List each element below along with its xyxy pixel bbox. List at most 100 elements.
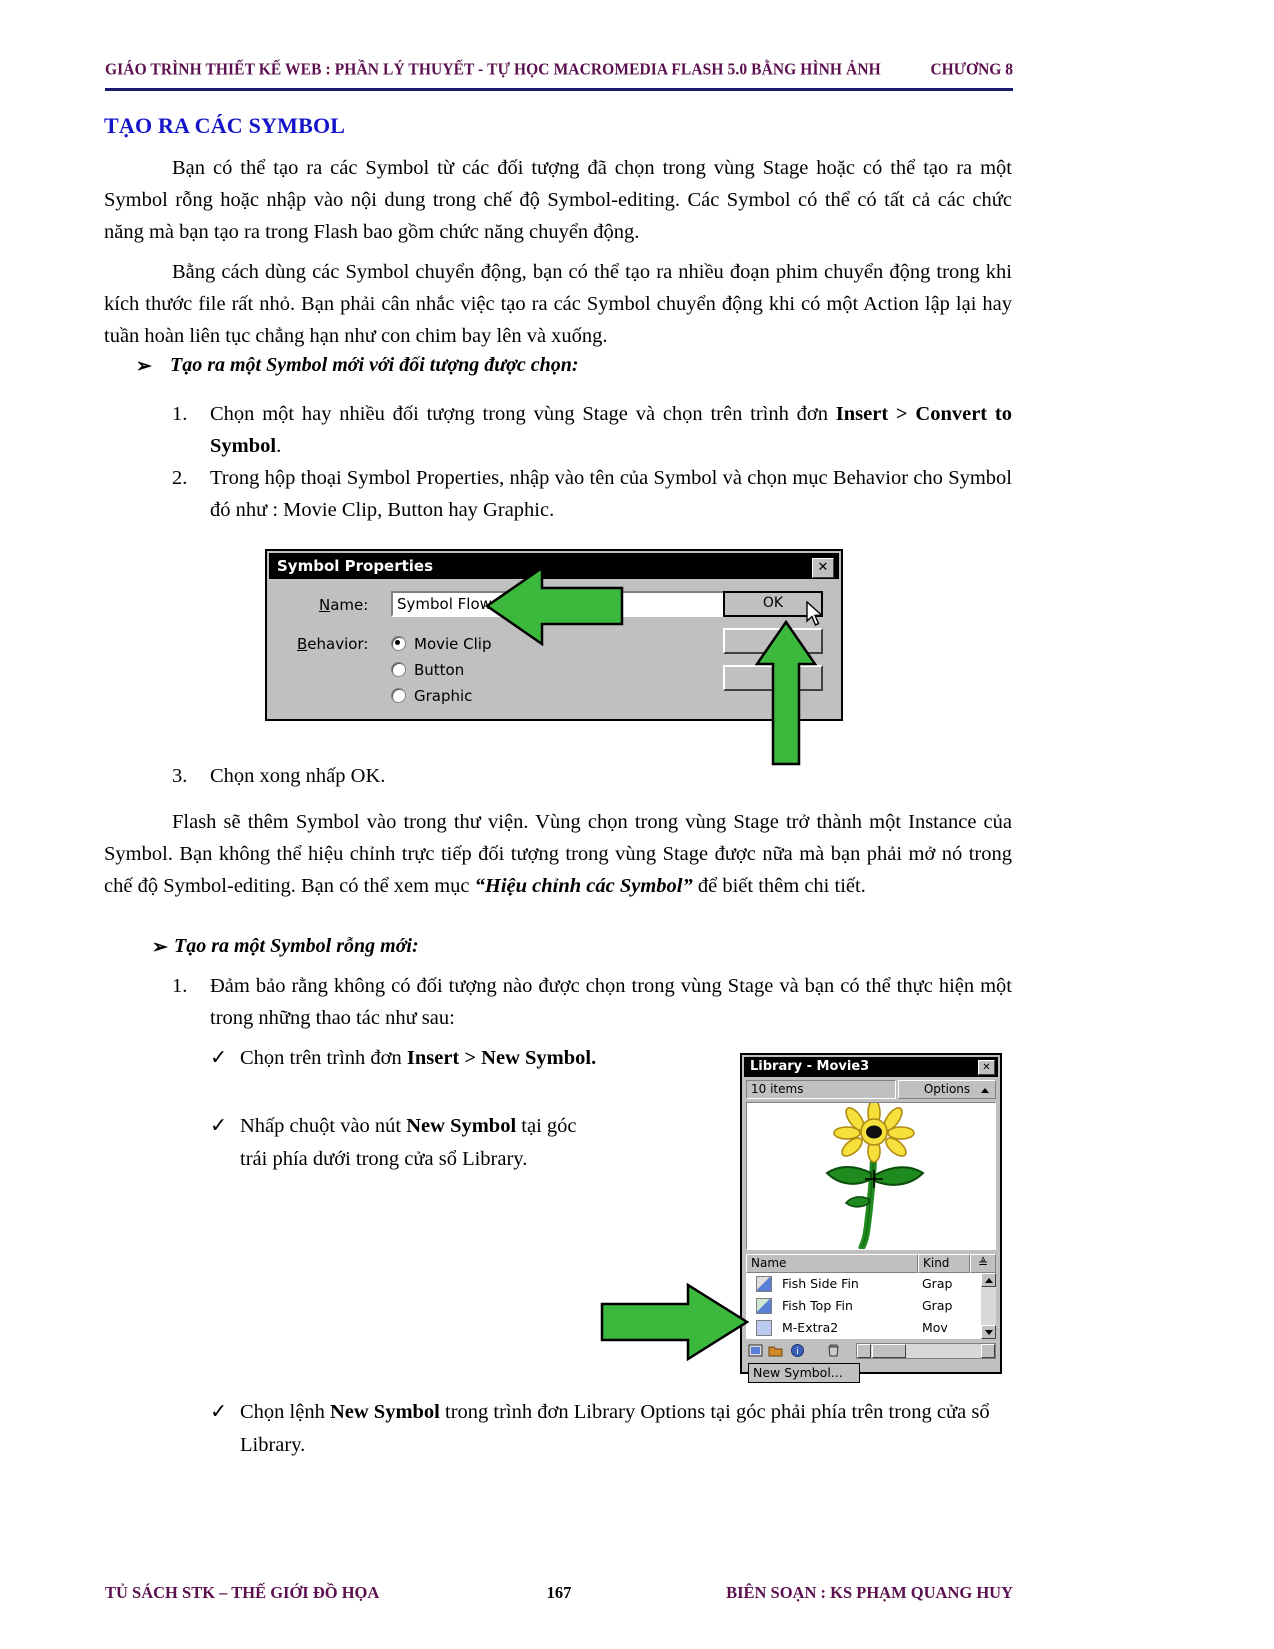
vertical-scrollbar[interactable]: [981, 1273, 996, 1339]
header-title: GIÁO TRÌNH THIẾT KẾ WEB : PHẦN LÝ THUYẾT…: [105, 60, 881, 80]
name-label-accel: N: [319, 596, 331, 614]
list-number: 2.: [172, 467, 188, 489]
library-title: Library - Movie3: [750, 1059, 870, 1074]
list-item[interactable]: M-Extra2 Mov: [746, 1317, 996, 1339]
bullet-arrow-icon: ➢: [152, 937, 168, 958]
library-options-label: Options: [923, 1082, 971, 1096]
behavior-label: Behavior:: [297, 635, 368, 653]
list-text: Đảm bảo rằng không có đối tượng nào được…: [210, 975, 1012, 1029]
item-name: Fish Top Fin: [782, 1298, 853, 1313]
list-item: 1. Đảm bảo rằng không có đối tượng nào đ…: [172, 970, 1012, 1034]
paragraph-emphasis: “Hiệu chỉnh các Symbol”: [474, 875, 693, 897]
library-item-list[interactable]: Fish Side Fin Grap Fish Top Fin Grap M-E…: [746, 1273, 996, 1339]
library-subbar: 10 items Options: [746, 1080, 996, 1099]
list-item[interactable]: Fish Top Fin Grap: [746, 1295, 996, 1317]
dialog-title: Symbol Properties: [277, 557, 434, 575]
item-kind: Grap: [922, 1276, 953, 1291]
new-symbol-tooltip: New Symbol...: [748, 1363, 860, 1383]
list-text: Trong hộp thoại Symbol Properties, nhập …: [210, 467, 1012, 521]
list-text: Chọn một hay nhiều đối tượng trong vùng …: [210, 398, 1012, 462]
flower-symbol-icon: [825, 1103, 925, 1249]
page-footer: TỦ SÁCH STK – THẾ GIỚI ĐỒ HỌA 167 BIÊN S…: [105, 1583, 1013, 1609]
graphic-symbol-icon: [756, 1276, 772, 1292]
scroll-right-icon[interactable]: [981, 1344, 995, 1358]
library-toolbar[interactable]: i: [746, 1341, 996, 1361]
bullet-arrow-icon: ➢: [136, 356, 152, 377]
check-text: Chọn lệnh New Symbol trong trình đơn Lib…: [240, 1396, 1010, 1462]
library-column-headers: Name Kind ≜: [746, 1254, 996, 1273]
library-preview-pane: [746, 1102, 996, 1250]
list-number: 1.: [172, 403, 188, 425]
scroll-left-icon[interactable]: [857, 1344, 871, 1358]
page-number: 167: [546, 1583, 572, 1602]
paragraph-text-b: để biết thêm chi tiết.: [692, 875, 866, 897]
paragraph-instance-note: Flash sẽ thêm Symbol vào trong thư viện.…: [104, 806, 1012, 902]
scrollbar-thumb[interactable]: [872, 1344, 906, 1358]
library-item-count: 10 items: [746, 1080, 896, 1099]
radio-movie-clip[interactable]: Movie Clip: [391, 635, 492, 653]
radio-graphic[interactable]: Graphic: [391, 687, 472, 705]
library-options-button[interactable]: Options: [898, 1080, 996, 1099]
new-folder-icon[interactable]: [768, 1343, 783, 1358]
document-page: GIÁO TRÌNH THIẾT KẾ WEB : PHẦN LÝ THUYẾT…: [0, 0, 1274, 1649]
radio-button[interactable]: Button: [391, 661, 464, 679]
check-text-bold: Insert > New Symbol.: [406, 1047, 597, 1069]
item-kind: Mov: [922, 1320, 948, 1335]
list-item: 2. Trong hộp thoại Symbol Properties, nh…: [172, 462, 1012, 526]
check-icon: ✓: [210, 1401, 228, 1423]
radio-icon: [391, 662, 406, 677]
new-symbol-icon[interactable]: [748, 1343, 763, 1358]
page-title: TẠO RA CÁC SYMBOL: [104, 113, 346, 138]
annotation-arrow-up-icon: [755, 620, 817, 766]
name-label: Name:: [319, 596, 368, 614]
radio-label: Button: [414, 661, 465, 679]
list-item: 1. Chọn một hay nhiều đối tượng trong vù…: [172, 398, 1012, 462]
paragraph-intro: Bạn có thể tạo ra các Symbol từ các đối …: [104, 157, 1012, 243]
movie-clip-symbol-icon: [756, 1320, 772, 1336]
column-header-sort[interactable]: ≜: [970, 1254, 996, 1273]
radio-icon-selected: [391, 636, 406, 651]
check-item: ✓ Chọn lệnh New Symbol trong trình đơn L…: [210, 1396, 1010, 1462]
check-text-bold: New Symbol: [406, 1115, 517, 1137]
footer-publisher: TỦ SÁCH STK – THẾ GIỚI ĐỒ HỌA: [105, 1583, 380, 1602]
header-rule: [105, 88, 1013, 91]
radio-label: Movie Clip: [414, 635, 492, 653]
paragraph-motion-symbols: Bằng cách dùng các Symbol chuyển động, b…: [104, 261, 1012, 347]
check-text-a: Nhấp chuột vào nút: [240, 1115, 407, 1137]
svg-text:i: i: [796, 1347, 799, 1357]
chevron-up-icon: [981, 1088, 989, 1093]
check-icon: ✓: [210, 1047, 228, 1069]
heading-create-empty-symbol: Tạo ra một Symbol rỗng mới:: [174, 935, 419, 957]
behavior-label-rest: ehavior:: [307, 635, 369, 653]
radio-icon: [391, 688, 406, 703]
graphic-symbol-icon: [756, 1298, 772, 1314]
list-number: 1.: [172, 975, 188, 997]
header-chapter: CHƯƠNG 8: [930, 60, 1013, 80]
column-header-kind[interactable]: Kind: [918, 1254, 970, 1273]
library-titlebar: Library - Movie3 ✕: [744, 1057, 998, 1077]
delete-icon[interactable]: [826, 1343, 841, 1358]
item-name: M-Extra2: [782, 1320, 839, 1335]
footer-author: BIÊN SOẠN : KS PHẠM QUANG HUY: [726, 1583, 1013, 1602]
scroll-up-icon[interactable]: [981, 1273, 996, 1287]
horizontal-scrollbar[interactable]: [856, 1343, 996, 1359]
symbol-properties-icon[interactable]: i: [790, 1343, 805, 1358]
annotation-arrow-right-icon: [600, 1283, 750, 1361]
scroll-down-icon[interactable]: [981, 1325, 996, 1339]
item-kind: Grap: [922, 1298, 953, 1313]
annotation-arrow-left-icon: [484, 566, 624, 646]
check-text: Chọn trên trình đơn Insert > New Symbol.: [240, 1042, 600, 1075]
radio-label: Graphic: [414, 687, 473, 705]
list-text-a: Chọn một hay nhiều đối tượng trong vùng …: [210, 403, 836, 425]
list-item[interactable]: Fish Side Fin Grap: [746, 1273, 996, 1295]
behavior-label-accel: B: [297, 635, 308, 653]
check-item: ✓ Nhấp chuột vào nút New Symbol tại góc …: [210, 1110, 600, 1176]
check-text-bold: New Symbol: [329, 1401, 440, 1423]
list-text: Chọn xong nhấp OK.: [210, 765, 386, 787]
list-text-b: .: [276, 435, 282, 457]
library-window[interactable]: Library - Movie3 ✕ 10 items Options Name…: [740, 1053, 1002, 1383]
close-icon[interactable]: ✕: [812, 558, 834, 578]
close-icon[interactable]: ✕: [978, 1060, 995, 1075]
check-text-a: Chọn trên trình đơn: [240, 1047, 407, 1069]
column-header-name[interactable]: Name: [746, 1254, 918, 1273]
